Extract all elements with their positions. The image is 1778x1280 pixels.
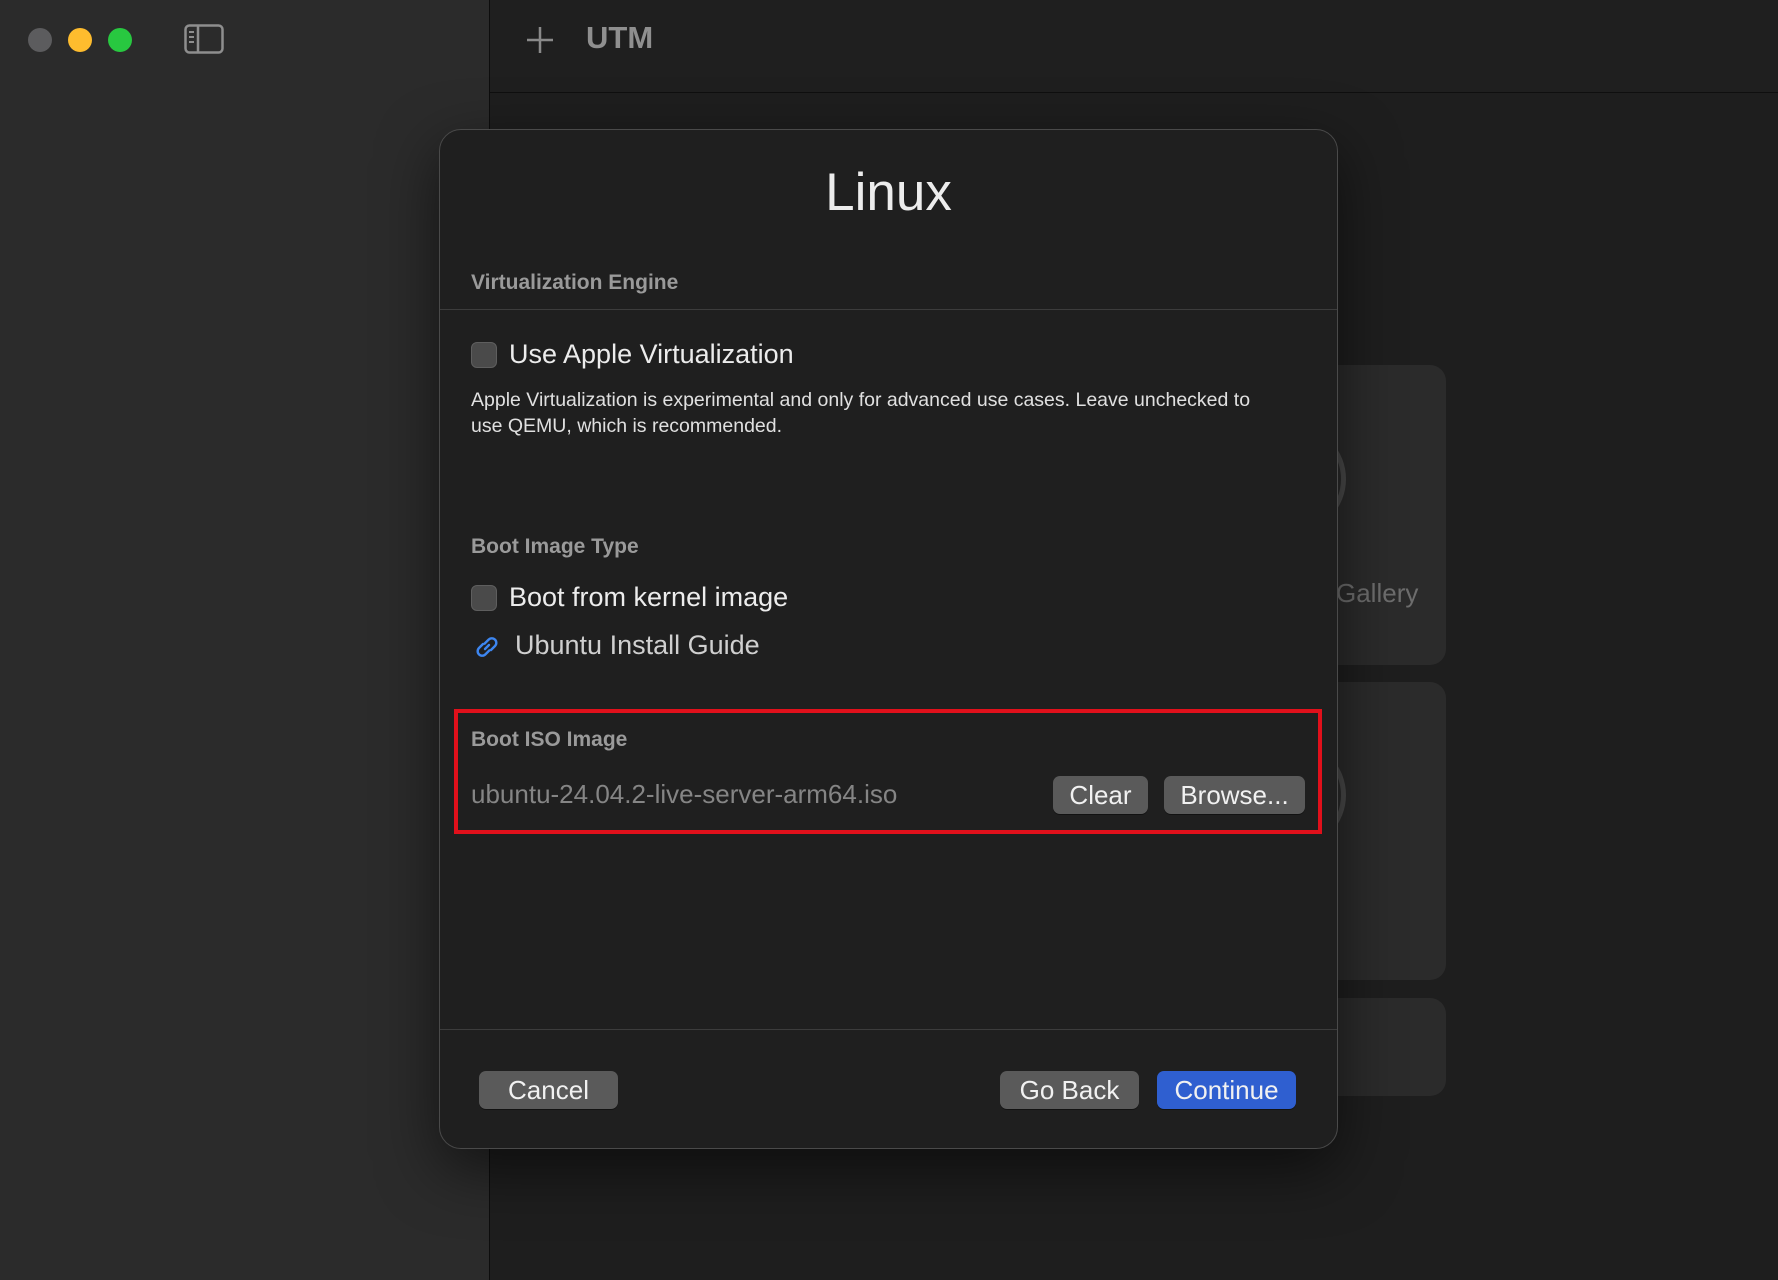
ubuntu-install-guide-link[interactable]: Ubuntu Install Guide xyxy=(515,630,760,661)
boot-image-type-label: Boot Image Type xyxy=(471,535,639,558)
plus-icon[interactable] xyxy=(524,24,556,56)
app-title: UTM xyxy=(586,20,654,55)
apple-virtualization-description: Apple Virtualization is experimental and… xyxy=(471,389,1251,437)
minimize-window-button[interactable] xyxy=(68,28,92,52)
new-vm-dialog: Linux Virtualization Engine Use Apple Vi… xyxy=(439,129,1338,1149)
close-window-button[interactable] xyxy=(28,28,52,52)
zoom-window-button[interactable] xyxy=(108,28,132,52)
sidebar-toggle-icon[interactable] xyxy=(184,24,224,54)
sidebar xyxy=(0,0,490,1280)
boot-from-kernel-checkbox[interactable] xyxy=(471,585,497,611)
toolbar: UTM xyxy=(490,0,1778,93)
footer-divider xyxy=(440,1029,1337,1030)
boot-iso-path-field[interactable]: ubuntu-24.04.2-live-server-arm64.iso xyxy=(471,779,897,810)
apple-virtualization-checkbox[interactable] xyxy=(471,342,497,368)
virtualization-engine-label: Virtualization Engine xyxy=(471,271,679,294)
go-back-button[interactable]: Go Back xyxy=(1000,1071,1139,1109)
boot-iso-image-label: Boot ISO Image xyxy=(471,728,628,751)
clear-button[interactable]: Clear xyxy=(1053,776,1148,814)
cancel-button[interactable]: Cancel xyxy=(479,1071,618,1109)
browse-button[interactable]: Browse... xyxy=(1164,776,1305,814)
section-divider xyxy=(440,309,1337,310)
gallery-card-label: Gallery xyxy=(1336,578,1419,608)
continue-button[interactable]: Continue xyxy=(1157,1071,1296,1109)
dialog-title: Linux xyxy=(825,163,952,222)
link-icon[interactable] xyxy=(472,632,502,662)
boot-from-kernel-label[interactable]: Boot from kernel image xyxy=(509,582,788,613)
apple-virtualization-label[interactable]: Use Apple Virtualization xyxy=(509,339,794,370)
